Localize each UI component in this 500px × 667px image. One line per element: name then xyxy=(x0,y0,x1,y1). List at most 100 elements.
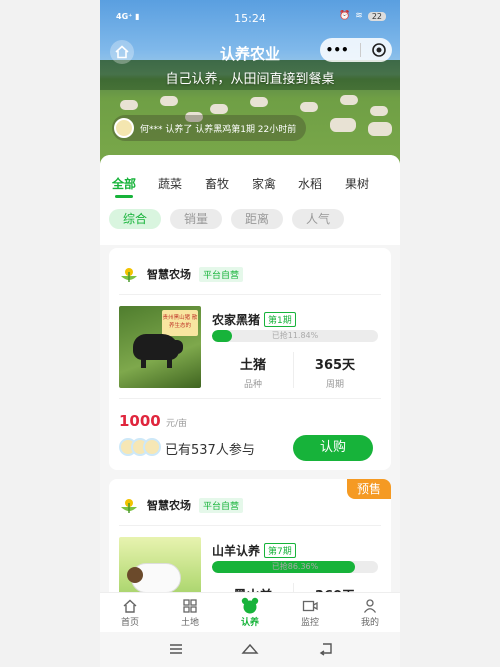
self-operated-tag: 平台自营 xyxy=(199,497,244,513)
black-pig-image[interactable]: 贵州黑山猪 散养生态的 xyxy=(119,306,201,388)
price: 1000 元/亩 xyxy=(119,412,187,430)
tab-home[interactable]: 首页 xyxy=(105,597,155,628)
adopt-icon xyxy=(241,597,259,614)
alarm-icon: ⏰ xyxy=(339,11,351,21)
price-unit: 元/亩 xyxy=(165,419,188,429)
tab-label: 土地 xyxy=(180,618,199,628)
sort-options: 综合 销量 距离 人气 xyxy=(100,205,400,245)
pig-leg xyxy=(141,358,146,368)
capsule-divider xyxy=(360,43,361,57)
divider xyxy=(119,398,381,399)
status-bar: 4G⁺ ▮ 15:24 ⏰ ≋ 22 xyxy=(100,0,400,34)
mini-program-capsule: ••• xyxy=(320,38,392,62)
category-tabs: 全部 蔬菜 畜牧 家禽 水稻 果树 xyxy=(100,155,400,205)
product-name: 山羊认养 xyxy=(212,544,261,558)
bottom-tab-bar: 首页 土地 认养 监控 我的 xyxy=(100,592,400,632)
wifi-icon: ≋ xyxy=(355,11,363,21)
farm-name: 智慧农场 xyxy=(147,499,191,512)
user-icon xyxy=(363,599,377,613)
tab-monitor[interactable]: 监控 xyxy=(285,597,335,628)
cycle-label: 周期 xyxy=(325,380,344,390)
adoption-notice: 何*** 认养了 认养黑鸡第1期 22小时前 xyxy=(112,115,307,141)
avatar xyxy=(114,118,134,138)
tab-all[interactable]: 全部 xyxy=(112,175,136,198)
tab-poultry[interactable]: 家禽 xyxy=(252,175,276,192)
sheep xyxy=(370,106,388,116)
participants-count: 已有537人参与 xyxy=(165,443,255,458)
notice-text: 何*** 认养了 认养黑鸡第1期 22小时前 xyxy=(140,124,297,135)
tab-rice[interactable]: 水稻 xyxy=(298,175,322,192)
sheep xyxy=(368,122,392,136)
home-nav-icon[interactable] xyxy=(241,641,259,657)
sheep xyxy=(160,96,178,106)
participant-avatars xyxy=(119,438,161,456)
tab-fruit-trees[interactable]: 果树 xyxy=(345,175,369,192)
back-icon[interactable] xyxy=(318,641,334,657)
goat-head xyxy=(127,567,143,583)
pig-head xyxy=(169,340,183,354)
sort-overall[interactable]: 综合 xyxy=(109,209,161,229)
hero-slogan: 自己认养，从田间直接到餐桌 xyxy=(165,72,335,87)
product-title: 山羊认养 第7期 xyxy=(212,542,296,559)
farm-header: 智慧农场 平台自营 xyxy=(119,264,244,284)
adopt-button[interactable]: 认购 xyxy=(293,435,373,461)
pig-leg xyxy=(167,358,172,368)
tab-label: 监控 xyxy=(300,618,319,628)
product-card[interactable]: 预售 智慧农场 平台自营 山羊认养 第7期 已抢86.36% xyxy=(109,479,391,619)
farm-sign: 贵州黑山猪 散养生态的 xyxy=(162,310,198,336)
product-name: 农家黑猪 xyxy=(212,313,261,327)
cycle-spec: 365天 周期 xyxy=(295,354,375,390)
presale-badge: 预售 xyxy=(347,479,391,499)
app-screen: 4G⁺ ▮ 15:24 ⏰ ≋ 22 认养农业 ••• 自己认养，从田间直接到餐… xyxy=(100,0,400,667)
product-card[interactable]: 智慧农场 平台自营 贵州黑山猪 散养生态的 农家黑猪 第1期 已抢11.84% … xyxy=(109,248,391,470)
content-sheet: 全部 蔬菜 畜牧 家禽 水稻 果树 综合 销量 距离 人气 智慧农场 平台自营 xyxy=(100,155,400,619)
system-nav-bar xyxy=(100,632,400,667)
tab-label: 我的 xyxy=(360,618,379,628)
tab-land[interactable]: 土地 xyxy=(165,597,215,628)
tab-label: 认养 xyxy=(240,618,259,628)
farm-logo-icon xyxy=(121,499,137,513)
farm-name: 智慧农场 xyxy=(147,268,191,281)
battery-icon: 22 xyxy=(367,11,386,21)
self-operated-tag: 平台自营 xyxy=(199,266,244,282)
breed-spec: 土猪 品种 xyxy=(213,354,293,390)
cycle-value: 365天 xyxy=(314,358,356,373)
sort-popularity[interactable]: 人气 xyxy=(292,209,344,229)
tab-label: 首页 xyxy=(120,618,139,628)
sheep xyxy=(210,104,228,114)
more-icon[interactable]: ••• xyxy=(326,43,349,57)
sheep xyxy=(330,118,356,132)
farm-logo-icon xyxy=(121,268,137,282)
progress-text: 已抢11.84% xyxy=(271,331,319,340)
farm-header: 智慧农场 平台自营 xyxy=(119,495,244,515)
price-value: 1000 xyxy=(119,412,161,430)
avatar xyxy=(143,438,161,456)
sheep xyxy=(120,100,138,110)
home-icon xyxy=(123,599,137,613)
adoption-progress-bar: 已抢11.84% xyxy=(212,330,378,342)
divider xyxy=(119,525,381,526)
breed-value: 土猪 xyxy=(239,358,266,373)
breed-label: 品种 xyxy=(243,380,262,390)
sheep xyxy=(250,97,268,107)
progress-text: 已抢86.36% xyxy=(271,562,319,571)
tab-mine[interactable]: 我的 xyxy=(345,597,395,628)
tab-livestock[interactable]: 畜牧 xyxy=(205,175,229,192)
period-badge: 第1期 xyxy=(264,312,296,327)
period-badge: 第7期 xyxy=(264,543,296,558)
product-title: 农家黑猪 第1期 xyxy=(212,311,296,328)
camera-icon xyxy=(302,600,318,612)
tab-adopt[interactable]: 认养 xyxy=(225,597,275,628)
sheep xyxy=(340,95,358,105)
sort-distance[interactable]: 距离 xyxy=(231,209,283,229)
status-icons: ⏰ ≋ 22 xyxy=(339,11,386,21)
close-target-icon[interactable] xyxy=(372,43,387,57)
sheep xyxy=(300,102,318,112)
tab-vegetables[interactable]: 蔬菜 xyxy=(158,175,182,192)
spec-divider xyxy=(293,352,294,388)
menu-icon[interactable] xyxy=(168,641,184,657)
adoption-progress-bar: 已抢86.36% xyxy=(212,561,378,573)
grid-icon xyxy=(183,599,197,613)
divider xyxy=(119,294,381,295)
sort-sales[interactable]: 销量 xyxy=(170,209,222,229)
